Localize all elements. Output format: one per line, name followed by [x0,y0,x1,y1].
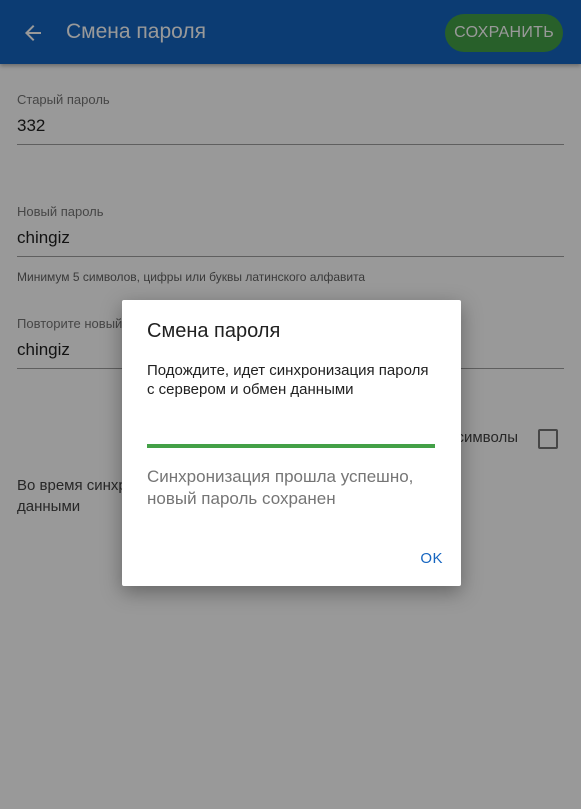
ok-button[interactable]: OK [414,546,449,571]
dialog-status: Синхронизация прошла успешно, новый паро… [147,467,414,508]
dialog-title: Смена пароля [147,320,281,342]
dialog-message: Подождите, идет синхронизация пароля с с… [147,362,429,398]
sync-progress-bar [147,444,435,448]
password-change-dialog: Смена пароля Подождите, идет синхронизац… [122,300,461,586]
